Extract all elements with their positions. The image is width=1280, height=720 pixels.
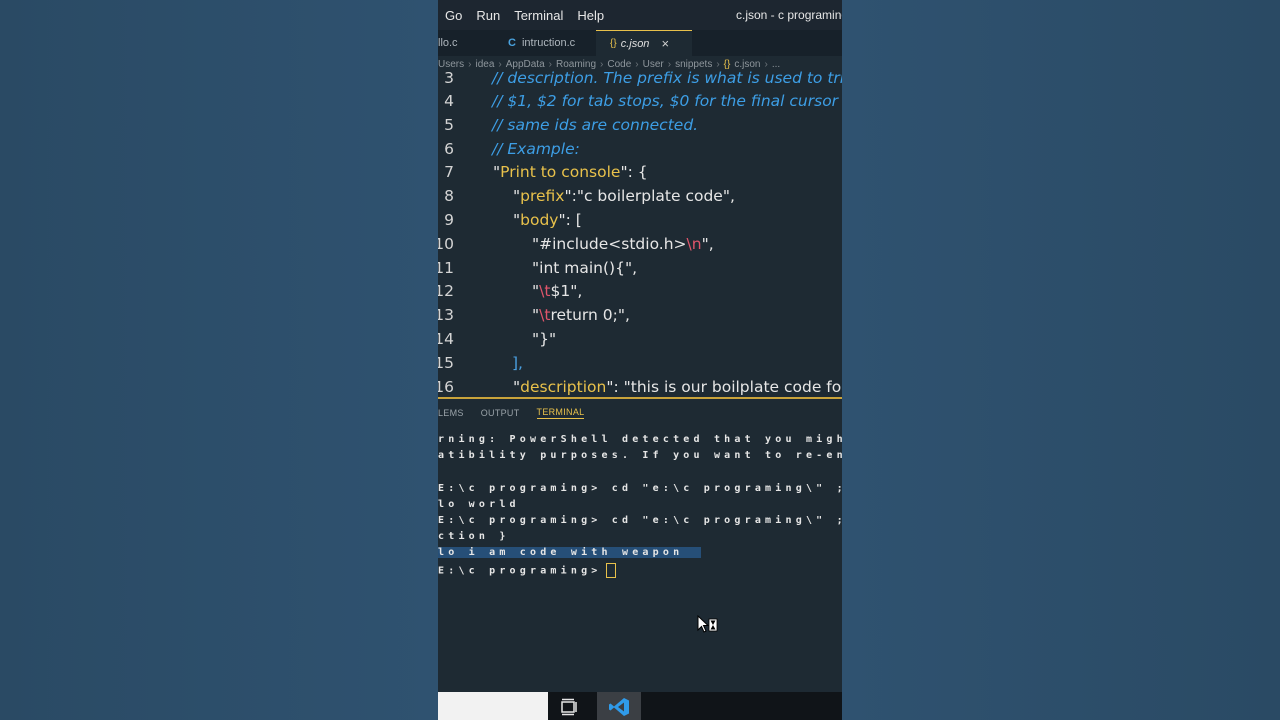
escape-sequence: \t <box>539 282 551 300</box>
line-number: 9 <box>444 211 454 229</box>
punctuation: : [ <box>565 211 582 229</box>
json-file-icon: {} <box>610 38 617 49</box>
taskbar <box>438 692 842 720</box>
json-string: #include<stdio.h> <box>539 235 687 253</box>
line-number: 6 <box>444 140 454 158</box>
comment-text: // $1, $2 for tab stops, $0 for the fina… <box>492 92 842 110</box>
c-file-icon: C <box>508 37 516 49</box>
tab-label: c.json <box>620 37 650 50</box>
terminal-line: E:\c programing> cd "e:\c programing\" ;… <box>438 483 842 494</box>
punctuation: : { <box>627 163 648 181</box>
tab-hello-c[interactable]: llo.c <box>438 30 508 56</box>
close-icon[interactable]: × <box>661 36 669 51</box>
prompt-text: E:\c programing> <box>438 565 602 577</box>
line-number: 7 <box>444 163 454 181</box>
quote: " <box>620 163 628 181</box>
tab-problems[interactable]: LEMS <box>438 408 464 418</box>
tab-intruction-c[interactable]: C intruction.c <box>508 30 596 56</box>
escape-sequence: \n <box>686 235 702 253</box>
menu-go[interactable]: Go <box>438 8 469 23</box>
json-key: Print to console <box>500 163 621 181</box>
window-title: c.json - c programing <box>736 8 842 22</box>
code-content: "int main(){", <box>532 259 638 277</box>
json-string: this is our boilplate code fo <box>630 378 842 396</box>
panel-divider[interactable] <box>438 397 842 399</box>
panel-tab-bar: LEMS OUTPUT TERMINAL <box>438 403 842 423</box>
menu-help[interactable]: Help <box>570 8 611 23</box>
line-number: 13 <box>438 306 454 324</box>
task-view-icon[interactable] <box>560 698 580 716</box>
json-key: body <box>520 211 559 229</box>
comment-text: // same ids are connected. <box>492 116 699 134</box>
terminal-cursor <box>605 563 616 578</box>
line-number: 16 <box>438 378 454 396</box>
code-content: "\t$1", <box>532 282 583 300</box>
json-key: description <box>520 378 607 396</box>
code-content: "#include<stdio.h>\n", <box>532 235 714 253</box>
code-content: "description": "this is our boilplate co… <box>513 378 842 396</box>
code-content: "prefix":"c boilerplate code", <box>513 187 735 205</box>
json-string: c boilerplate code <box>583 187 723 205</box>
line-number: 12 <box>438 282 454 300</box>
line-number: 5 <box>444 116 454 134</box>
mouse-pointer-busy-icon <box>697 615 718 633</box>
terminal-selected-line: lo i am code with weapon <box>438 547 702 558</box>
taskbar-vscode-button[interactable] <box>597 692 641 720</box>
editor-tab-bar: llo.c C intruction.c {} c.json × <box>438 29 842 57</box>
terminal-line: E:\c programing> cd "e:\c programing\" ;… <box>438 515 842 526</box>
terminal-prompt: E:\c programing> <box>438 563 616 578</box>
vscode-icon <box>609 698 629 716</box>
line-number: 3 <box>444 69 454 87</box>
json-key: prefix <box>520 187 565 205</box>
json-string: int main(){ <box>539 259 625 277</box>
line-number: 4 <box>444 92 454 110</box>
vscode-window: Go Run Terminal Help c.json - c programi… <box>438 0 842 720</box>
tab-c-json[interactable]: {} c.json × <box>596 29 692 57</box>
code-content: "body": [ <box>513 211 582 229</box>
code-content: "\treturn 0;", <box>532 306 630 324</box>
comment-text: // description. The prefix is what is us… <box>492 69 842 87</box>
line-number: 11 <box>438 259 454 277</box>
menu-run[interactable]: Run <box>469 8 507 23</box>
taskbar-search-box[interactable] <box>438 692 548 720</box>
background-right <box>842 0 1280 720</box>
json-string: $1 <box>550 282 571 300</box>
tab-label: llo.c <box>438 37 458 49</box>
menu-terminal[interactable]: Terminal <box>507 8 570 23</box>
json-string: } <box>539 330 550 348</box>
terminal-line: atibility purposes. If you want to re-en… <box>438 450 842 461</box>
line-number: 15 <box>438 354 454 372</box>
code-content: "Print to console": { <box>493 160 648 184</box>
escape-sequence: \t <box>539 306 551 324</box>
code-content: "}" <box>532 330 557 348</box>
comment-text: // Example: <box>492 140 580 158</box>
terminal-output[interactable]: rning: PowerShell detected that you migh… <box>438 432 842 632</box>
terminal-line: rning: PowerShell detected that you migh… <box>438 434 842 445</box>
line-number: 14 <box>438 330 454 348</box>
tab-label: intruction.c <box>521 37 576 49</box>
terminal-line: lo world <box>438 499 520 510</box>
line-number: 10 <box>438 235 454 253</box>
json-string: return 0; <box>550 306 618 324</box>
tab-output[interactable]: OUTPUT <box>481 408 520 418</box>
code-editor[interactable]: 3 // description. The prefix is what is … <box>438 68 842 398</box>
tab-terminal[interactable]: TERMINAL <box>536 407 585 419</box>
background-left <box>0 0 438 720</box>
punctuation: ], <box>512 354 523 372</box>
line-number: 8 <box>444 187 454 205</box>
terminal-line: ction } <box>438 531 510 542</box>
